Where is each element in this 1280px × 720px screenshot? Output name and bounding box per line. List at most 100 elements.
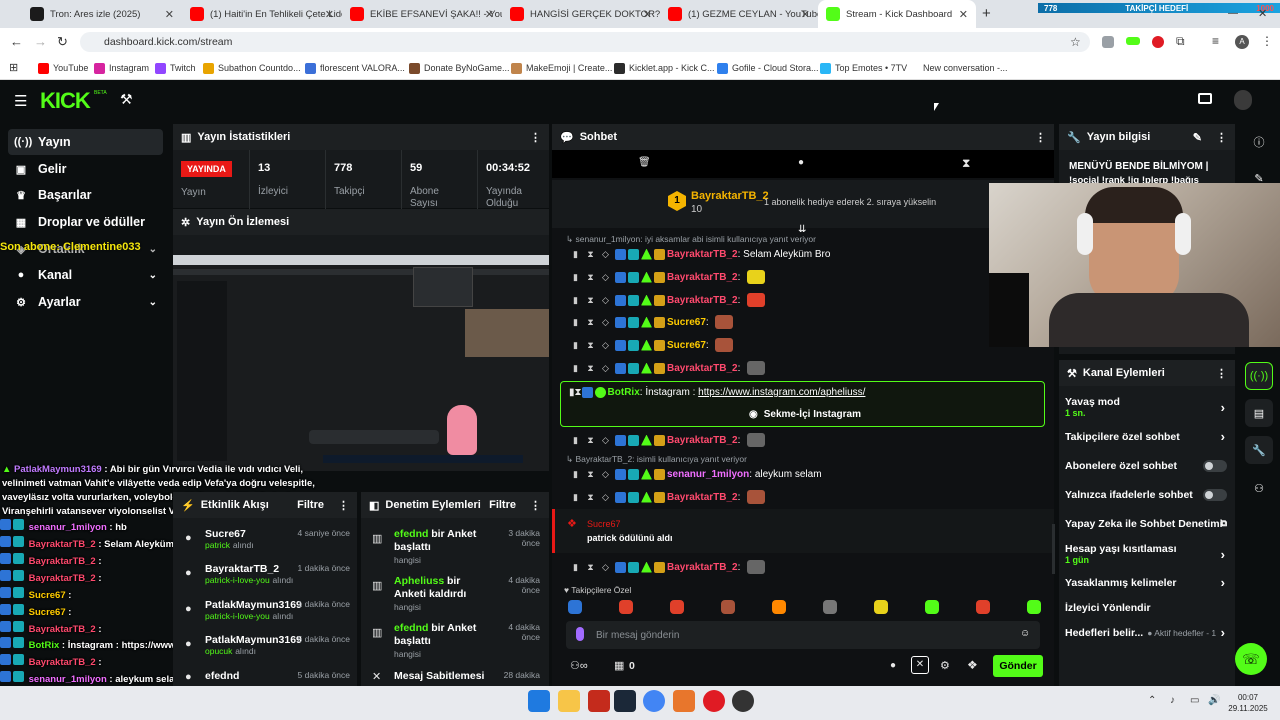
timeout-icon[interactable]: ⧗ bbox=[585, 317, 596, 328]
sidebar-item-ayarlar[interactable]: ⚙ Ayarlar ⌄ bbox=[8, 289, 163, 315]
browser-tab[interactable]: Tron: Ares izle (2025) ✕ bbox=[22, 0, 182, 28]
more-options-icon[interactable]: ⋮ bbox=[338, 499, 349, 512]
explorer-icon[interactable] bbox=[558, 690, 580, 712]
new-tab-button[interactable]: + bbox=[982, 5, 991, 22]
bookmark-youtube[interactable]: YouTube bbox=[38, 56, 88, 80]
banned-words-action[interactable]: Yasaklanmış kelimeler › bbox=[1065, 575, 1225, 590]
timeout-icon[interactable]: ⧗ bbox=[585, 272, 596, 283]
bookmark-instagram[interactable]: Instagram bbox=[94, 56, 149, 80]
shield-icon[interactable]: ◇ bbox=[600, 363, 611, 374]
chat-settings-icon[interactable]: ● bbox=[890, 660, 896, 671]
more-options-icon[interactable]: ⋮ bbox=[1216, 367, 1227, 380]
volume-tray-icon[interactable]: 🔊 bbox=[1208, 695, 1220, 706]
trash-icon[interactable]: ▮ bbox=[570, 562, 581, 573]
user-avatar[interactable] bbox=[1234, 90, 1252, 110]
bookmark-twitch[interactable]: Twitch bbox=[155, 56, 196, 80]
trash-icon[interactable]: 🗑 bbox=[638, 157, 651, 168]
slow-mode-action[interactable]: Yavaş mod 1 sn. › bbox=[1065, 396, 1225, 418]
close-tab-icon[interactable]: ✕ bbox=[325, 8, 334, 21]
start-button[interactable] bbox=[528, 690, 550, 712]
timeout-icon[interactable]: ⧗ bbox=[585, 435, 596, 446]
puzzle-icon[interactable]: ⧉ bbox=[1176, 34, 1185, 49]
app-icon[interactable] bbox=[588, 690, 610, 712]
shield-icon[interactable]: ◇ bbox=[600, 249, 611, 260]
emote-icon[interactable] bbox=[568, 600, 582, 614]
more-options-icon[interactable]: ⋮ bbox=[1035, 131, 1046, 144]
trash-icon[interactable]: ▮ bbox=[570, 295, 581, 306]
goals-action[interactable]: Hedefleri belir... ● Aktif hedefler - 1 › bbox=[1065, 625, 1225, 640]
shield-icon[interactable]: ◇ bbox=[600, 435, 611, 446]
emote-icon[interactable] bbox=[721, 600, 735, 614]
chat-icon[interactable]: ● bbox=[798, 157, 804, 168]
bookmark-conversation[interactable]: New conversation -... bbox=[908, 56, 1008, 80]
shield-icon[interactable]: ◇ bbox=[600, 295, 611, 306]
trash-icon[interactable]: ▮ bbox=[570, 469, 581, 480]
close-tab-icon[interactable]: ✕ bbox=[801, 8, 810, 21]
shield-icon[interactable]: ◇ bbox=[600, 272, 611, 283]
bookmark-valorant[interactable]: florescent VALORA... bbox=[305, 56, 405, 80]
bookmark-7tv[interactable]: Top Emotes • 7TV bbox=[820, 56, 907, 80]
emote-chat-toggle[interactable] bbox=[1203, 489, 1227, 501]
close-tab-icon[interactable]: ✕ bbox=[959, 8, 968, 21]
timeout-icon[interactable]: ⧗ bbox=[585, 492, 596, 503]
steam-icon[interactable] bbox=[614, 690, 636, 712]
hourglass-icon[interactable]: ⧗ bbox=[962, 156, 970, 171]
subscriber-chat-action[interactable]: Abonelere özel sohbet bbox=[1065, 460, 1227, 472]
more-options-icon[interactable]: ⋮ bbox=[530, 131, 541, 144]
bookmark-kicklet[interactable]: Kicklet.app - Kick C... bbox=[614, 56, 715, 80]
shield-icon[interactable]: ◇ bbox=[600, 340, 611, 351]
sidebar-item-basarilar[interactable]: ♛ Başarılar bbox=[8, 182, 163, 208]
trash-icon[interactable]: ▮ bbox=[570, 492, 581, 503]
bookmark-subathon[interactable]: Subathon Countdo... bbox=[203, 56, 301, 80]
subscriber-chat-toggle[interactable] bbox=[1203, 460, 1227, 472]
gear-icon[interactable]: ⚙ bbox=[940, 659, 950, 672]
bookmark-gofile[interactable]: Gofile - Cloud Stora... bbox=[717, 56, 819, 80]
trash-icon[interactable]: ▮ bbox=[570, 435, 581, 446]
more-options-icon[interactable]: ⋮ bbox=[1216, 131, 1227, 144]
extension-icon[interactable] bbox=[1126, 37, 1140, 45]
info-icon[interactable]: ⓘ bbox=[1245, 128, 1273, 156]
browser-tab-active[interactable]: Stream - Kick Dashboard ✕ bbox=[818, 0, 976, 28]
emote-icon[interactable] bbox=[823, 600, 837, 614]
reload-icon[interactable]: ↻ bbox=[57, 34, 68, 50]
sidebar-item-droplar[interactable]: ▦ Droplar ve ödüller bbox=[8, 209, 163, 235]
close-tab-icon[interactable]: ✕ bbox=[485, 8, 494, 21]
instagram-link[interactable]: https://www.instagram.com/apheliuss/ bbox=[698, 387, 865, 398]
stream-preview-video[interactable] bbox=[173, 255, 549, 471]
browser-tab[interactable]: (1) Haiti'in En Tehlikeli Çete Lide ✕ bbox=[182, 0, 342, 28]
hammer-icon[interactable]: ⚒ bbox=[120, 91, 133, 108]
more-options-icon[interactable]: ⋮ bbox=[530, 499, 541, 512]
chat-scrollbar[interactable] bbox=[1052, 524, 1055, 574]
display-tray-icon[interactable]: ▭ bbox=[1190, 695, 1199, 706]
timeout-icon[interactable]: ⧗ bbox=[575, 387, 582, 398]
sidebar-item-gelir[interactable]: ▣ Gelir bbox=[8, 156, 163, 182]
trash-icon[interactable]: ▮ bbox=[570, 340, 581, 351]
browser-tab[interactable]: HANGİSİ GERÇEK DOKTOR?! ft ✕ bbox=[502, 0, 660, 28]
points-icon[interactable]: ⚇∞ bbox=[570, 659, 588, 672]
hearts-icon[interactable]: ❖ bbox=[967, 658, 978, 672]
chat-input[interactable]: Bir mesaj gönderin ☺ bbox=[566, 621, 1040, 649]
emote-chat-action[interactable]: Yalnızca ifadelerle sohbet bbox=[1065, 489, 1227, 501]
edit-icon[interactable]: ✎ bbox=[1193, 131, 1202, 144]
mic-tray-icon[interactable]: ♪ bbox=[1170, 695, 1175, 706]
trash-icon[interactable]: ▮ bbox=[570, 317, 581, 328]
bookmark-star-icon[interactable]: ☆ bbox=[1070, 35, 1081, 49]
valorant-icon[interactable] bbox=[703, 690, 725, 712]
creator-icon[interactable] bbox=[1198, 93, 1212, 104]
tools-button[interactable]: 🔧 bbox=[1245, 436, 1273, 464]
broadcast-button[interactable]: ((·)) bbox=[1245, 362, 1273, 390]
emote-icon[interactable] bbox=[976, 600, 990, 614]
shield-icon[interactable]: ◇ bbox=[600, 469, 611, 480]
extension-icon[interactable] bbox=[1152, 36, 1164, 48]
shield-icon[interactable]: ◇ bbox=[600, 492, 611, 503]
sidebar-item-kanal[interactable]: ● Kanal ⌄ bbox=[8, 262, 163, 288]
trash-icon[interactable]: ▮ bbox=[570, 363, 581, 374]
timeout-icon[interactable]: ⧗ bbox=[585, 340, 596, 351]
app-icon[interactable] bbox=[673, 690, 695, 712]
emote-icon[interactable] bbox=[874, 600, 888, 614]
close-tab-icon[interactable]: ✕ bbox=[165, 8, 174, 21]
obs-icon[interactable] bbox=[732, 690, 754, 712]
timeout-icon[interactable]: ⧗ bbox=[585, 249, 596, 260]
emote-icon[interactable] bbox=[619, 600, 633, 614]
instagram-tab-button[interactable]: ◉ Sekme-İçi Instagram bbox=[749, 409, 861, 420]
